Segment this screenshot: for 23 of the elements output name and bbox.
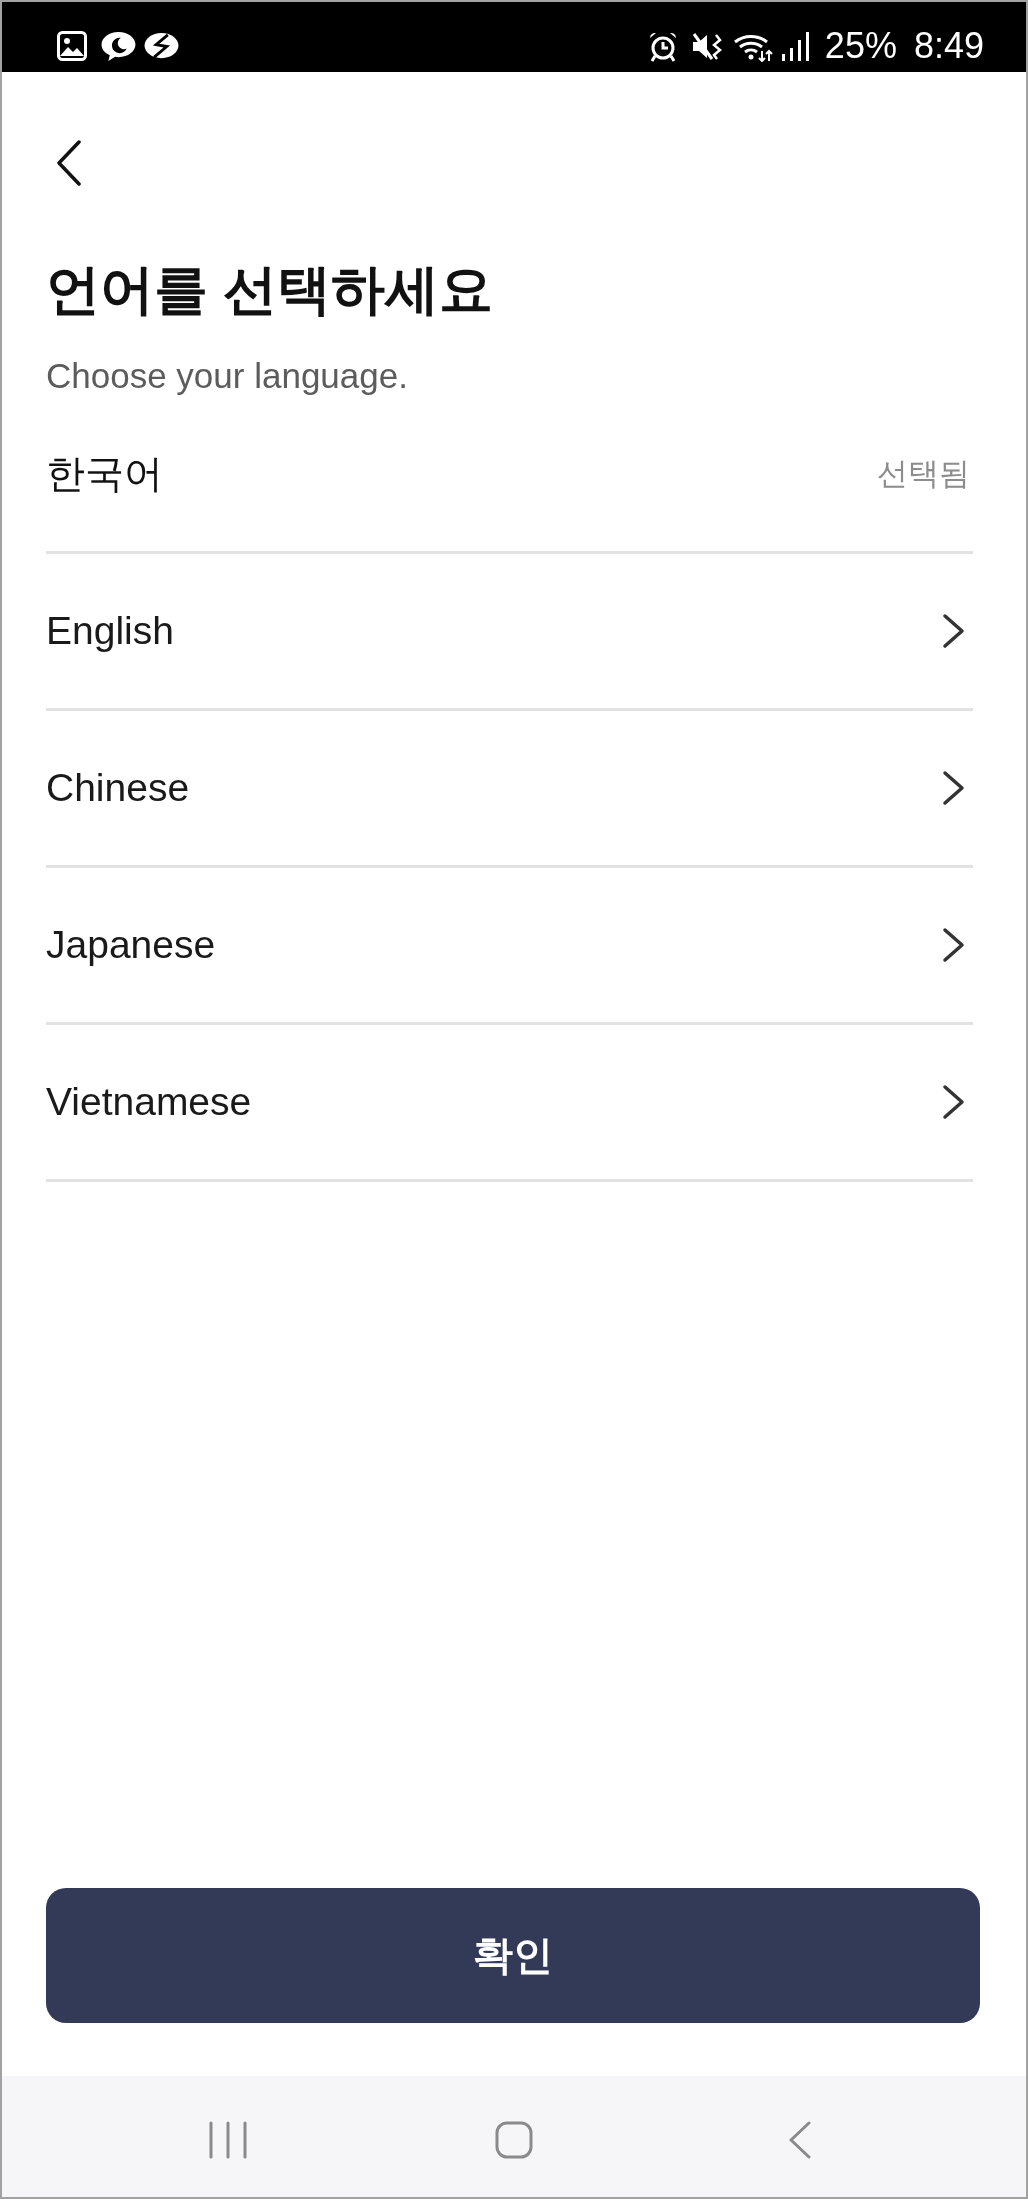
- page-subtitle: Choose your language.: [46, 355, 409, 397]
- signal-icon: [780, 30, 810, 62]
- chevron-right-icon: [942, 927, 965, 963]
- language-option[interactable]: English: [46, 554, 973, 711]
- back-button[interactable]: [56, 140, 82, 186]
- page-title: 언어를 선택하세요: [46, 258, 494, 320]
- chevron-right-icon: [942, 613, 965, 649]
- battery-percentage: 25%: [824, 26, 897, 66]
- picture-icon: [57, 31, 87, 61]
- language-option[interactable]: Chinese: [46, 711, 973, 868]
- clock-time: 8:49: [913, 26, 984, 66]
- chevron-right-icon: [942, 770, 965, 806]
- chat-bubble-icon: [100, 30, 137, 62]
- confirm-button[interactable]: 확인: [46, 1888, 980, 2023]
- language-option[interactable]: Japanese: [46, 868, 973, 1025]
- back-icon[interactable]: [789, 2120, 811, 2159]
- chevron-right-icon: [942, 1084, 965, 1120]
- recent-apps-icon[interactable]: [209, 2120, 247, 2159]
- home-icon[interactable]: [495, 2120, 533, 2159]
- alarm-clock-icon: [647, 30, 678, 62]
- language-option[interactable]: 한국어 선택됨: [46, 397, 973, 554]
- selected-status: 선택됨: [877, 455, 970, 493]
- language-option[interactable]: Vietnamese: [46, 1025, 973, 1182]
